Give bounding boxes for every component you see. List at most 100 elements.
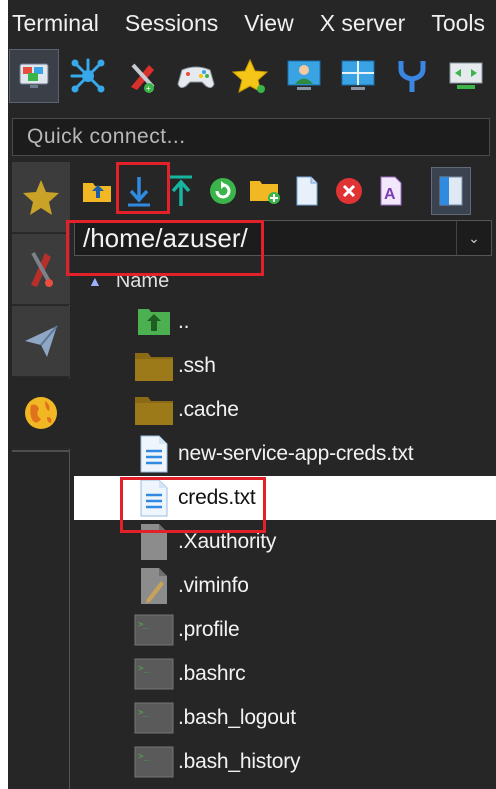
file-name: creds.txt xyxy=(178,486,256,509)
tunneling-button[interactable] xyxy=(442,50,490,102)
file-name: .Xauthority xyxy=(178,530,277,553)
file-row-viminfo[interactable]: .viminfo xyxy=(74,564,496,608)
file-name: .bash_logout xyxy=(178,706,296,729)
parent-folder-icon xyxy=(83,183,111,202)
tools-button[interactable]: + xyxy=(118,50,166,102)
file-name: .bashrc xyxy=(178,662,246,685)
mobaxterm-window: Terminal Sessions View X server Tools + … xyxy=(8,0,496,789)
path-input[interactable] xyxy=(75,221,455,255)
file-name: .profile xyxy=(178,618,240,641)
file-name: .cache xyxy=(178,398,239,421)
parent-folder-icon xyxy=(134,302,174,342)
path-bar: ⌄ xyxy=(74,220,492,256)
download-icon xyxy=(128,177,150,207)
split-button[interactable] xyxy=(388,50,436,102)
servers-icon xyxy=(70,58,105,93)
svg-text:>_: >_ xyxy=(138,708,149,718)
folder-icon xyxy=(134,346,174,386)
download-button[interactable] xyxy=(120,168,158,214)
tab-send[interactable] xyxy=(12,306,70,377)
games-icon xyxy=(177,66,215,89)
main-toolbar: + xyxy=(8,46,496,108)
file-name: new-service-app-creds.txt xyxy=(178,442,414,465)
file-name: .viminfo xyxy=(178,574,249,597)
tunneling-icon xyxy=(449,62,483,89)
sftp-globe-icon xyxy=(25,397,57,429)
tools-knife-icon xyxy=(31,252,53,287)
text-file-icon xyxy=(134,434,174,474)
sidebar-separator xyxy=(12,450,70,452)
svg-text:A: A xyxy=(384,186,396,203)
sftp-toolbar: A xyxy=(74,166,496,218)
split-icon xyxy=(398,61,426,92)
favorites-button[interactable] xyxy=(226,50,274,102)
delete-icon xyxy=(336,178,362,204)
tools-icon: + xyxy=(131,63,155,93)
menu-tools[interactable]: Tools xyxy=(427,10,485,37)
menu-view[interactable]: View xyxy=(240,10,293,37)
edit-file-icon xyxy=(134,566,174,606)
file-row-ssh[interactable]: .ssh xyxy=(74,344,496,388)
file-row-cache[interactable]: .cache xyxy=(74,388,496,432)
tab-favorites[interactable] xyxy=(12,162,70,233)
favorites-icon xyxy=(231,58,269,93)
blank-file-icon xyxy=(134,522,174,562)
chevron-down-icon: ⌄ xyxy=(468,229,480,246)
multi-exec-icon xyxy=(341,60,375,90)
new-file-icon xyxy=(296,176,318,206)
shell-script-icon: >_ xyxy=(134,610,174,650)
send-paper-plane-icon xyxy=(25,325,58,357)
servers-button[interactable] xyxy=(64,50,112,102)
upload-button[interactable] xyxy=(162,168,200,214)
svg-text:>_: >_ xyxy=(138,752,149,762)
file-row-creds[interactable]: creds.txt xyxy=(74,476,496,520)
file-row-xauthority[interactable]: .Xauthority xyxy=(74,520,496,564)
tab-tools[interactable] xyxy=(12,234,70,305)
session-icon xyxy=(19,63,49,88)
rename-icon: A xyxy=(380,176,402,206)
file-row-bash-logout[interactable]: >_ .bash_logout xyxy=(74,696,496,740)
file-name: .bash_history xyxy=(178,750,301,773)
file-name: .ssh xyxy=(178,354,216,377)
file-row-new-service-app-creds[interactable]: new-service-app-creds.txt xyxy=(74,432,496,476)
svg-text:>_: >_ xyxy=(138,620,149,630)
svg-text:+: + xyxy=(146,84,151,93)
refresh-button[interactable] xyxy=(204,168,242,214)
delete-button[interactable] xyxy=(330,168,368,214)
menu-x-server[interactable]: X server xyxy=(316,10,406,37)
file-row-profile[interactable]: >_ .profile xyxy=(74,608,496,652)
user-session-icon xyxy=(287,60,321,90)
rename-button[interactable]: A xyxy=(372,168,410,214)
svg-text:>_: >_ xyxy=(138,664,149,674)
upload-icon xyxy=(170,175,192,206)
multi-exec-button[interactable] xyxy=(334,50,382,102)
menu-bar: Terminal Sessions View X server Tools xyxy=(8,0,496,46)
file-row-bashrc[interactable]: >_ .bashrc xyxy=(74,652,496,696)
shell-script-icon: >_ xyxy=(134,698,174,738)
file-row-parent[interactable]: .. xyxy=(74,300,496,344)
menu-terminal[interactable]: Terminal xyxy=(8,10,99,37)
new-file-button[interactable] xyxy=(288,168,326,214)
new-folder-icon xyxy=(250,181,280,204)
text-file-icon xyxy=(134,478,174,518)
user-session-button[interactable] xyxy=(280,50,328,102)
name-column-header[interactable]: ▲ Name xyxy=(74,266,492,296)
refresh-icon xyxy=(210,178,236,204)
favorites-star-icon xyxy=(23,180,59,215)
menu-sessions[interactable]: Sessions xyxy=(121,10,218,37)
toggle-panel-icon xyxy=(439,176,463,206)
session-button[interactable] xyxy=(9,49,59,103)
new-folder-button[interactable] xyxy=(246,168,284,214)
folder-icon xyxy=(134,390,174,430)
file-row-bash-history[interactable]: >_ .bash_history xyxy=(74,740,496,784)
sidebar-tabs xyxy=(8,162,70,789)
parent-folder-button[interactable] xyxy=(78,168,116,214)
path-dropdown-button[interactable]: ⌄ xyxy=(456,221,491,255)
games-button[interactable] xyxy=(172,50,220,102)
shell-script-icon: >_ xyxy=(134,742,174,782)
quick-connect-box xyxy=(12,118,490,156)
tab-sftp[interactable] xyxy=(12,378,70,449)
toggle-panel-button[interactable] xyxy=(431,167,471,215)
column-label: Name xyxy=(115,269,170,292)
quick-connect-input[interactable] xyxy=(13,119,481,155)
